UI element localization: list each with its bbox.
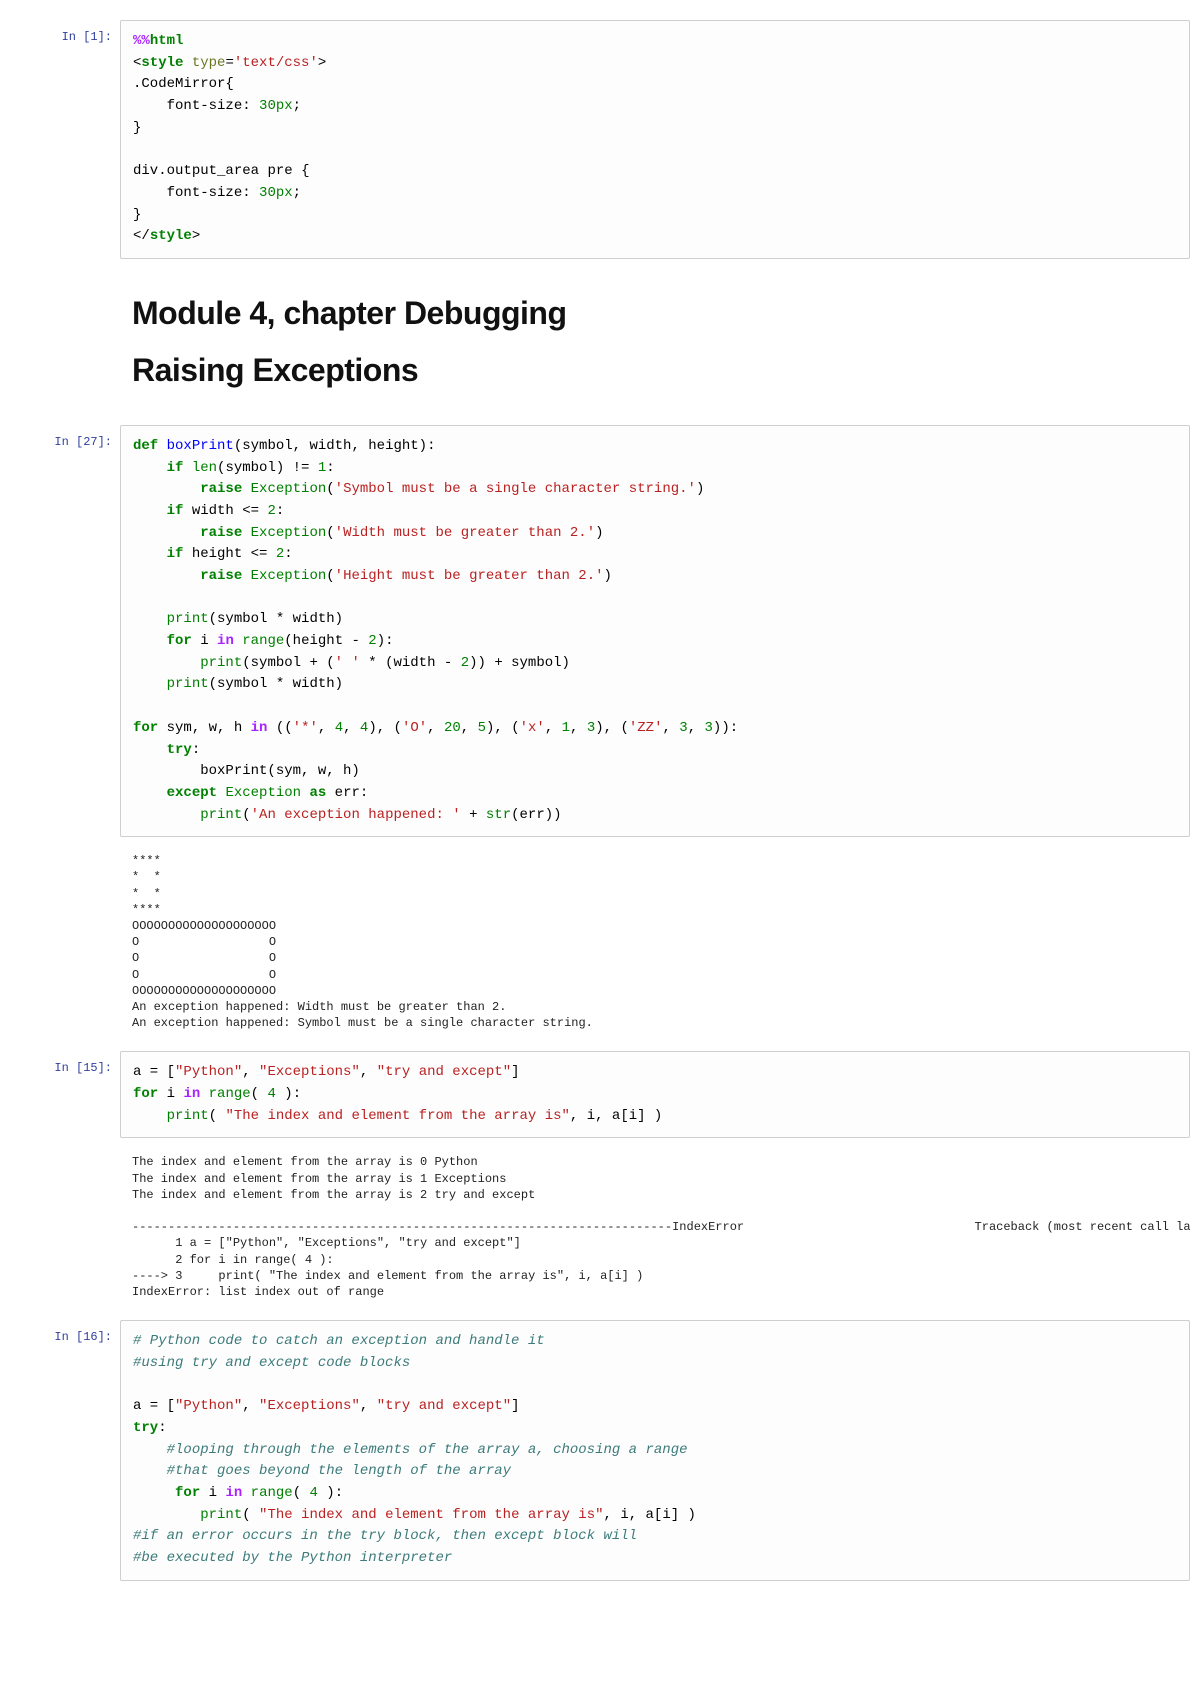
markdown-content: Module 4, chapter Debugging Raising Exce…: [120, 265, 1190, 419]
code-cell-1: In [1]: %%html <style type='text/css'> .…: [0, 20, 1200, 259]
prompt-label-empty: [0, 843, 120, 857]
page-title: Module 4, chapter Debugging: [132, 295, 1178, 332]
code-output: **** * * * * **** OOOOOOOOOOOOOOOOOOOO O…: [120, 843, 1190, 1045]
code-input[interactable]: %%html <style type='text/css'> .CodeMirr…: [120, 20, 1190, 259]
code-input[interactable]: a = ["Python", "Exceptions", "try and ex…: [120, 1051, 1190, 1138]
prompt-label: In [16]:: [0, 1320, 120, 1348]
prompt-label: In [1]:: [0, 20, 120, 48]
code-cell-15: In [15]: a = ["Python", "Exceptions", "t…: [0, 1051, 1200, 1138]
output-cell-27: **** * * * * **** OOOOOOOOOOOOOOOOOOOO O…: [0, 843, 1200, 1045]
prompt-label-empty: [0, 1144, 120, 1158]
code-cell-27: In [27]: def boxPrint(symbol, width, hei…: [0, 425, 1200, 837]
code-cell-16: In [16]: # Python code to catch an excep…: [0, 1320, 1200, 1581]
prompt-label: In [15]:: [0, 1051, 120, 1079]
code-input[interactable]: # Python code to catch an exception and …: [120, 1320, 1190, 1581]
section-title: Raising Exceptions: [132, 352, 1178, 389]
markdown-cell: Module 4, chapter Debugging Raising Exce…: [0, 265, 1200, 419]
code-input[interactable]: def boxPrint(symbol, width, height): if …: [120, 425, 1190, 837]
prompt-label: In [27]:: [0, 425, 120, 453]
output-cell-15: The index and element from the array is …: [0, 1144, 1200, 1314]
code-output: The index and element from the array is …: [120, 1144, 1190, 1314]
prompt-label-empty: [0, 265, 120, 279]
